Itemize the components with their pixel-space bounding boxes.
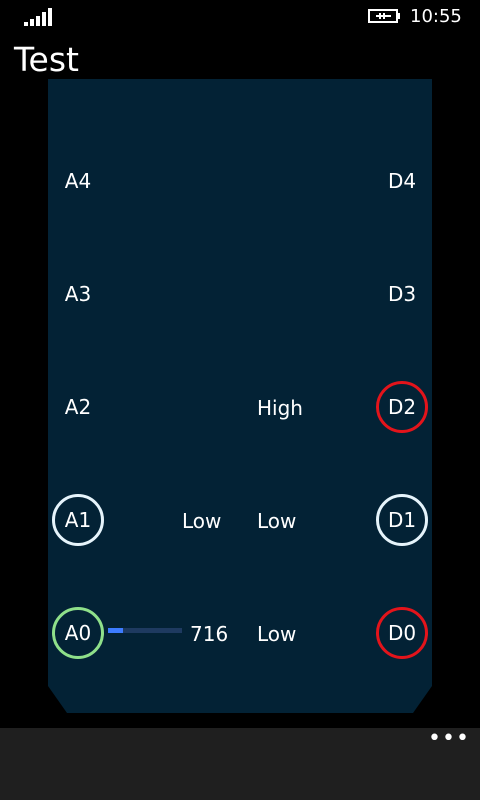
analog-a0-value: 716 — [190, 622, 229, 646]
digital-pin-d2[interactable]: D2 — [376, 381, 428, 433]
digital-pin-d0[interactable]: D0 — [376, 607, 428, 659]
digital-pin-d3[interactable]: D3 — [376, 268, 428, 320]
analog-pin-a0[interactable]: A0 — [52, 607, 104, 659]
analog-a1-value: Low — [182, 509, 222, 533]
analog-a0-level-fill — [108, 628, 123, 633]
digital-d1-state: Low — [257, 509, 297, 533]
analog-pin-a1[interactable]: A1 — [52, 494, 104, 546]
more-options-button[interactable]: ••• — [428, 728, 469, 754]
signal-bars-icon — [24, 8, 54, 26]
digital-d2-state: High — [257, 396, 303, 420]
page-title: Test — [14, 40, 79, 79]
analog-pin-a2[interactable]: A2 — [52, 381, 104, 433]
pin-panel — [48, 79, 432, 713]
analog-a0-level-bar — [108, 628, 182, 633]
status-bar: 10:55 — [0, 0, 480, 32]
battery-charging-icon — [368, 9, 400, 23]
analog-pin-a4[interactable]: A4 — [52, 155, 104, 207]
digital-pin-d4[interactable]: D4 — [376, 155, 428, 207]
digital-d0-state: Low — [257, 622, 297, 646]
app-bar: ••• — [0, 728, 480, 800]
digital-pin-d1[interactable]: D1 — [376, 494, 428, 546]
clock: 10:55 — [410, 6, 462, 27]
analog-pin-a3[interactable]: A3 — [52, 268, 104, 320]
